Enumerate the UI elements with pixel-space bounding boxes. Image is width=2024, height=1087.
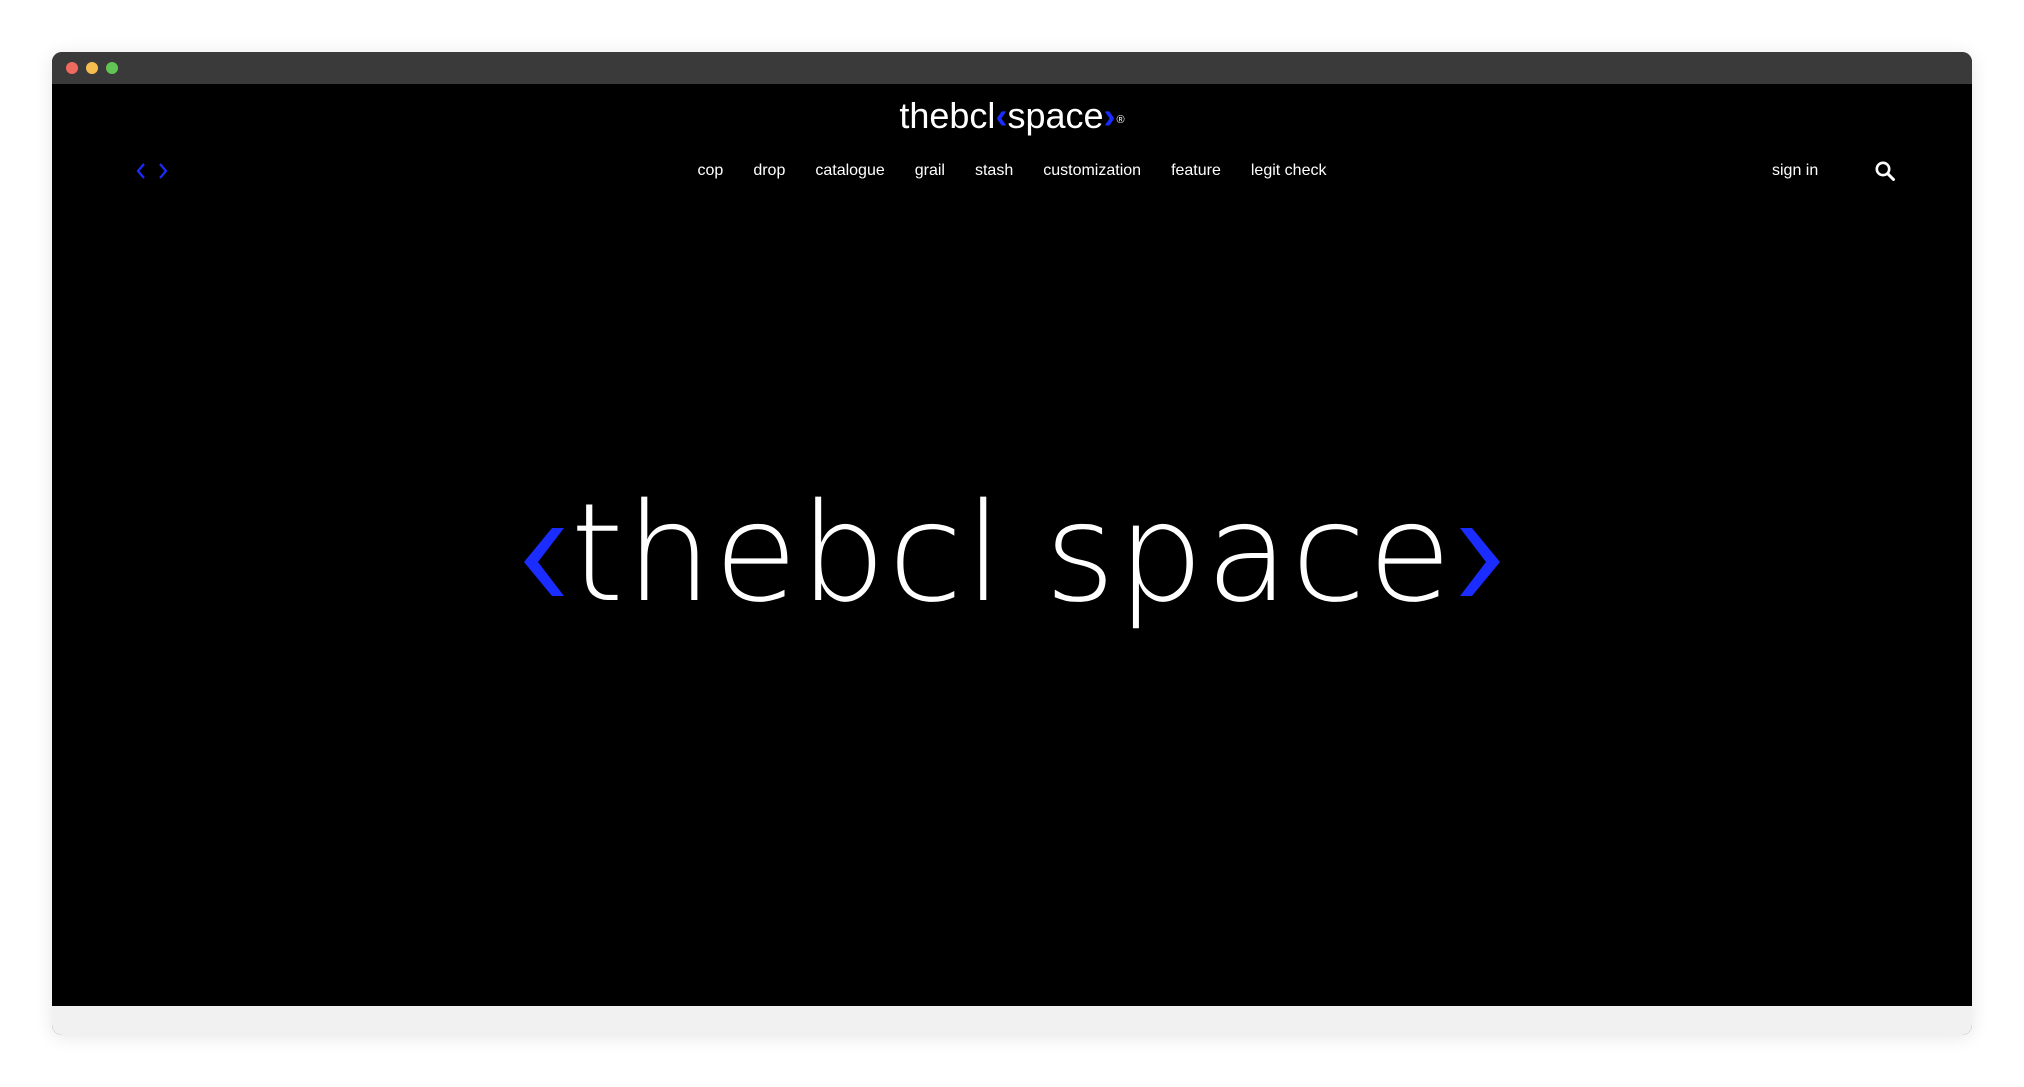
page: thebcl‹space›® cop drop catalogue grail … bbox=[52, 84, 1972, 1006]
hero-logo: thebcl space bbox=[52, 464, 1972, 644]
search-icon[interactable] bbox=[1874, 160, 1896, 182]
hero-chevron-left-icon bbox=[518, 510, 570, 610]
nav-item-grail[interactable]: grail bbox=[915, 162, 945, 180]
browser-bottom-bar bbox=[52, 1006, 1972, 1035]
sign-in-link[interactable]: sign in bbox=[1772, 156, 1818, 186]
window-titlebar bbox=[52, 52, 1972, 84]
nav-item-stash[interactable]: stash bbox=[975, 162, 1013, 180]
logo-text-right: space bbox=[1007, 95, 1104, 136]
site-logo[interactable]: thebcl‹space›® bbox=[52, 94, 1972, 138]
logo-chevron-left-icon: ‹ bbox=[995, 95, 1008, 136]
logo-chevron-right-icon: › bbox=[1103, 95, 1116, 136]
hero-text-left: thebcl bbox=[570, 475, 1005, 633]
registered-mark: ® bbox=[1116, 114, 1125, 126]
nav-item-catalogue[interactable]: catalogue bbox=[815, 162, 884, 180]
browser-window: thebcl‹space›® cop drop catalogue grail … bbox=[52, 52, 1972, 1035]
maximize-window-button[interactable] bbox=[106, 62, 118, 74]
nav-item-legit-check[interactable]: legit check bbox=[1251, 162, 1327, 180]
hero-text-right: space bbox=[1044, 475, 1454, 633]
logo-text-left: thebcl bbox=[899, 95, 996, 136]
main-nav: cop drop catalogue grail stash customiza… bbox=[52, 156, 1972, 186]
minimize-window-button[interactable] bbox=[86, 62, 98, 74]
nav-item-cop[interactable]: cop bbox=[698, 162, 724, 180]
nav-item-drop[interactable]: drop bbox=[753, 162, 785, 180]
nav-item-customization[interactable]: customization bbox=[1043, 162, 1141, 180]
hero-chevron-right-icon bbox=[1454, 510, 1506, 610]
nav-item-feature[interactable]: feature bbox=[1171, 162, 1221, 180]
close-window-button[interactable] bbox=[66, 62, 78, 74]
